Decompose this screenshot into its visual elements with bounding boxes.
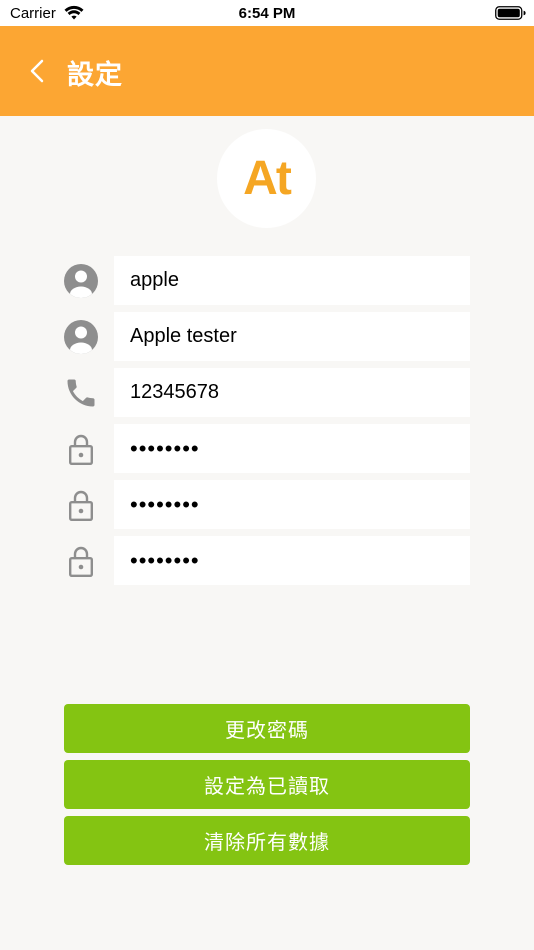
phone-icon [63,375,99,411]
lock-icon [63,543,99,579]
confirm-password-field[interactable]: •••••••• [114,536,470,585]
username-row: apple [63,256,470,305]
username-field[interactable]: apple [114,256,470,305]
status-bar: Carrier 6:54 PM [0,0,534,26]
display-name-field[interactable]: Apple tester [114,312,470,361]
current-password-field[interactable]: •••••••• [114,424,470,473]
person-icon [63,263,99,299]
page-title: 設定 [67,60,123,90]
new-password-field[interactable]: •••••••• [114,480,470,529]
battery-icon [495,6,527,25]
clear-all-data-button[interactable]: 清除所有數據 [64,816,470,865]
clock: 6:54 PM [238,5,296,22]
mark-as-read-button[interactable]: 設定為已讀取 [64,760,470,809]
chevron-left-icon [30,59,44,83]
avatar-initials: At [243,152,292,205]
back-button[interactable] [22,54,52,88]
avatar[interactable]: At [217,129,316,228]
new-password-row: •••••••• [63,480,470,529]
lock-icon [63,487,99,523]
phone-field[interactable]: 12345678 [114,368,470,417]
current-password-row: •••••••• [63,424,470,473]
lock-icon [63,431,99,467]
display-name-row: Apple tester [63,312,470,361]
phone-row: 12345678 [63,368,470,417]
change-password-button[interactable]: 更改密碼 [64,704,470,753]
person-icon [63,319,99,355]
confirm-password-row: •••••••• [63,536,470,585]
nav-bar: 設定 [0,26,534,116]
